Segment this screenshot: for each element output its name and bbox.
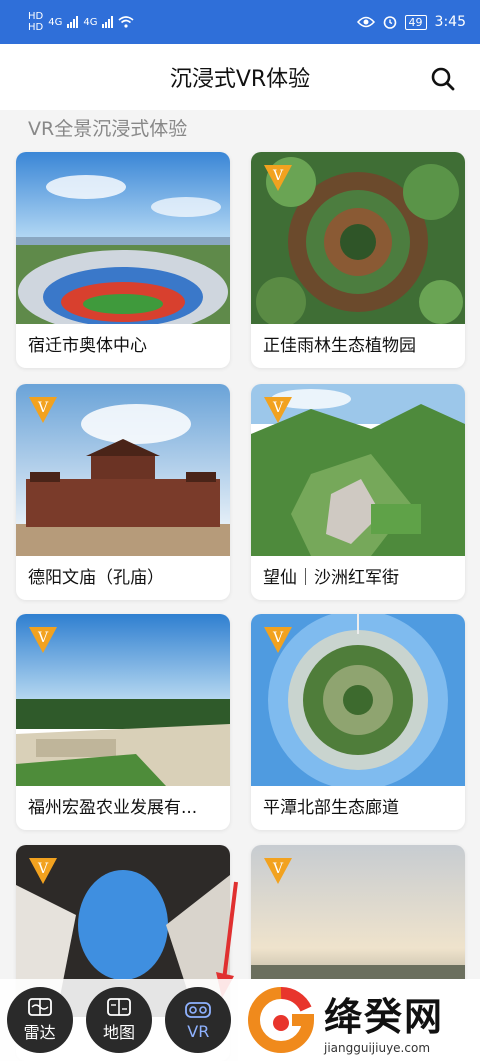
- vr-card[interactable]: 宿迁市奥体中心: [16, 152, 230, 368]
- watermark-text: 绛癸网 jiangguijiuye.com: [324, 986, 444, 1055]
- bottom-nav: 雷达 地图 VR: [0, 979, 238, 1061]
- eye-icon: [356, 16, 375, 28]
- wifi-icon: [118, 16, 135, 28]
- nav-label: 雷达: [23, 1023, 56, 1042]
- watermark-url: jiangguijiuye.com: [324, 1040, 431, 1055]
- watermark: 绛癸网 jiangguijiuye.com: [238, 979, 480, 1061]
- badge-letter: V: [272, 630, 284, 646]
- vip-badge-icon: V: [264, 397, 292, 423]
- nav-radar[interactable]: 雷达: [6, 987, 73, 1053]
- card-thumbnail: [16, 152, 230, 334]
- vip-badge-icon: V: [29, 397, 57, 423]
- vr-card[interactable]: V 正佳雨林生态植物园: [251, 152, 465, 368]
- network-label: 4G: [48, 16, 63, 28]
- page-title: 沉浸式VR体验: [169, 67, 311, 92]
- hd-label: HD: [28, 11, 44, 22]
- vip-badge-icon: V: [264, 165, 292, 191]
- status-bar: HD HD 4G 4G 49 3:45: [0, 0, 480, 44]
- signal-icon: [102, 16, 114, 28]
- hd-label: HD: [28, 22, 44, 33]
- nav-vr[interactable]: VR: [165, 987, 232, 1053]
- status-right: 49 3:45: [356, 14, 466, 30]
- watermark-logo-icon: [248, 987, 314, 1053]
- battery-indicator: 49: [404, 14, 427, 30]
- vip-badge-icon: V: [29, 858, 57, 884]
- badge-letter: V: [272, 861, 284, 877]
- clock: 3:45: [434, 14, 466, 30]
- app-header: 沉浸式VR体验: [0, 44, 480, 110]
- nav-map[interactable]: 地图: [85, 987, 152, 1053]
- badge-letter: V: [37, 400, 49, 416]
- vr-card[interactable]: V 平潭北部生态廊道: [251, 614, 465, 830]
- card-label: 正佳雨林生态植物园: [263, 336, 416, 356]
- status-left: HD HD 4G 4G: [28, 11, 135, 33]
- vip-badge-icon: V: [264, 858, 292, 884]
- alarm-icon: [383, 16, 396, 29]
- section-title: VR全景沉浸式体验: [28, 118, 188, 140]
- card-label: 平潭北部生态廊道: [263, 798, 399, 818]
- card-label: 宿迁市奥体中心: [28, 336, 147, 356]
- badge-letter: V: [272, 400, 284, 416]
- badge-letter: V: [37, 861, 49, 877]
- vr-card[interactable]: V 福州宏盈农业发展有...: [16, 614, 230, 830]
- map-icon: [27, 998, 52, 1016]
- watermark-title: 绛癸网: [324, 994, 445, 1039]
- card-label: 福州宏盈农业发展有...: [28, 798, 198, 818]
- network-label: 4G: [83, 16, 98, 28]
- nav-label: 地图: [102, 1023, 135, 1042]
- vr-card[interactable]: V 德阳文庙（孔庙）: [16, 384, 230, 600]
- search-icon[interactable]: [430, 66, 456, 92]
- vr-goggles-icon: [185, 1001, 212, 1018]
- map-book-icon: [107, 998, 131, 1016]
- nav-label: VR: [187, 1021, 210, 1041]
- vip-badge-icon: V: [29, 627, 57, 653]
- vr-card[interactable]: V 望仙｜沙洲红军街: [251, 384, 465, 600]
- card-label: 德阳文庙（孔庙）: [28, 568, 164, 588]
- badge-letter: V: [272, 168, 284, 184]
- card-label: 望仙｜沙洲红军街: [263, 568, 399, 588]
- vip-badge-icon: V: [264, 627, 292, 653]
- badge-letter: V: [37, 630, 49, 646]
- signal-icon: [67, 16, 79, 28]
